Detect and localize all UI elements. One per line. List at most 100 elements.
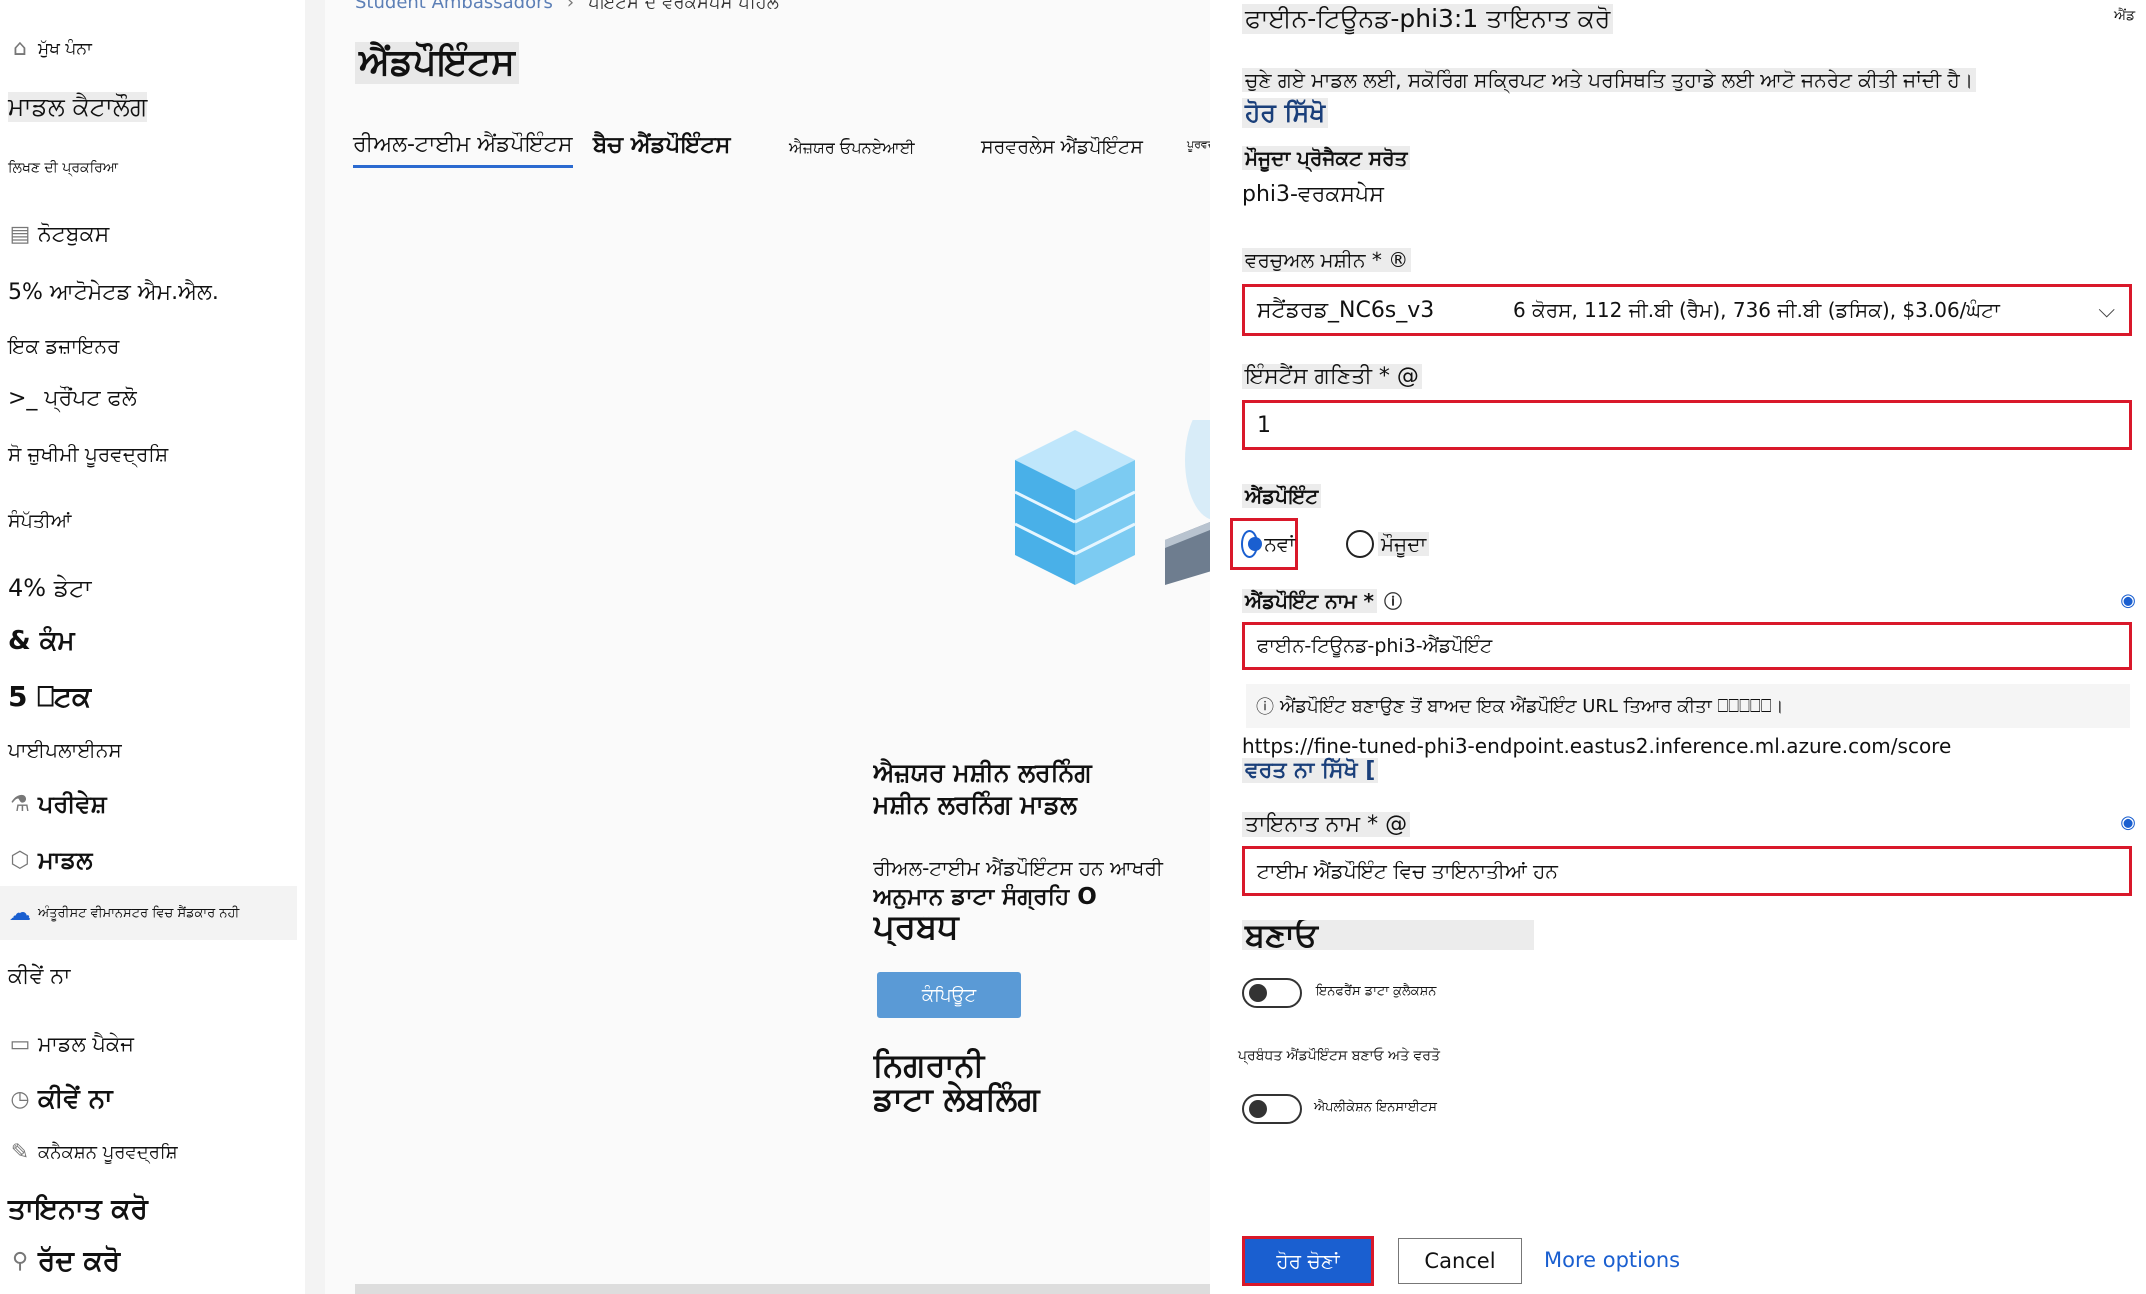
- learn-more-link[interactable]: ਹੋਰ ਸਿੱਖੋ: [1242, 98, 1329, 128]
- sidebar-item-connections[interactable]: ✎ ਕਨੈਕਸ਼ਨ ਪੂਰਵਦ੍ਰਸ਼ਿ: [8, 1140, 178, 1165]
- sidebar-item-preview[interactable]: ਸੋ ਜ਼ੁਖੀਮੀ ਪੂਰਵਦ੍ਰਸ਼ਿ: [8, 442, 168, 466]
- radio-existing[interactable]: ਮੌਜੂਦਾ: [1346, 530, 1430, 558]
- sidebar-item-home[interactable]: ⌂ ਮੁੱਖ ਪੰਨਾ: [8, 36, 92, 61]
- sidebar-item-cancel[interactable]: ⚲ ਰੱਦ ਕਰੋ: [8, 1244, 120, 1278]
- info-icon: ⓘ: [1256, 697, 1274, 718]
- sidebar-item-designer[interactable]: ਇਕ ਡਜ਼ਾਇਨਰ: [8, 334, 119, 358]
- sidebar-item-label: ਅੰਤੂਰੀਸਟ ਵੀਮਾਨਸਟਰ ਵਿਚ ਸੈਂਡਕਾਰ ਨਹੀ: [38, 905, 240, 921]
- sidebar-item-label: >_ ਪ੍ਰੌਂਪਟ ਫਲੋ: [8, 386, 137, 411]
- sidebar-item-components[interactable]: 5 ⎕ਟਕ: [8, 680, 91, 714]
- flask-icon: ⚗: [10, 791, 30, 817]
- sidebar-item-howto-2[interactable]: ◷ ਕੀਵੇਂ ਨਾ: [8, 1084, 113, 1115]
- sidebar-item-automl[interactable]: 5% ਆਟੋਮੇਟਡ ਐਮ.ਐਲ.: [8, 280, 219, 305]
- endpoint-name-label: ਐਂਡਪੌਇੰਟ ਨਾਮ *: [1242, 589, 1378, 613]
- endpoint-section-label: ਐਂਡਪੌਇੰਟ: [1242, 484, 1322, 508]
- vm-select[interactable]: ਸਟੈਂਡਰਡ_NC6s_v3 6 ਕੋਰਸ, 112 ਜੀ.ਬੀ (ਰੈਮ),…: [1242, 284, 2132, 336]
- project-label: ਮੌਜੂਦਾ ਪ੍ਰੋਜੈਕਟ ਸਰੋਤ: [1242, 146, 1411, 170]
- breadcrumb-item[interactable]: ਪੌਂਇੰਟਸ ਦੇ ਵਰਕਸਪੇਸ ਪਹਿਲੇ: [588, 0, 779, 13]
- endpoint-name-input[interactable]: ਫਾਈਨ-ਟਿਊਨਡ-phi3-ਐਂਡਪੌਇੰਟ: [1242, 622, 2132, 670]
- chevron-right-icon: ›: [566, 0, 575, 13]
- sidebar-item-label: 5 ⎕ਟਕ: [8, 680, 92, 713]
- sidebar-item-jobs[interactable]: & ਕੰਮ: [8, 626, 75, 657]
- sidebar-item-environments[interactable]: ⚗ ਪਰੀਵੇਸ਼: [8, 790, 107, 818]
- radio-existing-label: ਮੌਜੂਦਾ: [1378, 532, 1430, 556]
- deployment-name-input[interactable]: ਟਾਈਮ ਐਂਡਪੌਇੰਟ ਵਿਚ ਤਾਇਨਾਤੀਆਂ ਹਨ: [1242, 846, 2132, 896]
- deployment-name-value: ਟਾਈਮ ਐਂਡਪੌਇੰਟ ਵਿਚ ਤਾਇਨਾਤੀਆਂ ਹਨ: [1257, 859, 1558, 883]
- radio-new-indicator: [1241, 530, 1263, 558]
- main-content: Student Ambassadors › ਪੌਂਇੰਟਸ ਦੇ ਵਰਕਸਪੇਸ ਪ…: [325, 0, 1233, 1294]
- sidebar-item-model-packages[interactable]: ▭ ਮਾਡਲ ਪੈਕੇਜ: [8, 1032, 134, 1057]
- hero-heading-1: ਐਜ਼ਯਰ ਮਸ਼ੀਨ ਲਰਨਿੰਗ: [873, 758, 1092, 787]
- more-choices-button[interactable]: ਹੋਰ ਚੋਣਾਂ: [1242, 1236, 1374, 1286]
- tab-batch-endpoints[interactable]: ਬੈਚ ਐਂਡਪੌਇੰਟਸ: [593, 132, 730, 158]
- sidebar-scrollbar[interactable]: [305, 0, 325, 1294]
- instance-count-input[interactable]: 1: [1242, 400, 2132, 450]
- sidebar-item-label: ਕੀਵੇਂ ਨਾ: [38, 1084, 113, 1114]
- sidebar-item-label: ਕੀਵੇਂ ਨਾ: [8, 964, 71, 989]
- edit-icon: ✎: [10, 1140, 30, 1165]
- sidebar-item-label: ਰੱਦ ਕਰੋ: [38, 1244, 121, 1277]
- sidebar-item-notebooks[interactable]: ▤ ਨੋਟਬੁਕਸ: [8, 222, 110, 247]
- endpoint-name-value: ਫਾਈਨ-ਟਿਊਨਡ-phi3-ਐਂਡਪੌਇੰਟ: [1257, 635, 1493, 657]
- cancel-button[interactable]: Cancel: [1398, 1238, 1522, 1284]
- sidebar-item-deploy[interactable]: ਤਾਇਨਾਤ ਕਰੋ: [8, 1192, 148, 1226]
- endpoints-illustration: [1014, 420, 1215, 585]
- sidebar-section-assets: ਸੰਪੱਤੀਆਂ: [8, 510, 72, 532]
- sidebar: ⌂ ਮੁੱਖ ਪੰਨਾ ਮਾਡਲ ਕੈਟਾਲੌਗ ਲਿਖਣ ਦੀ ਪ੍ਰਕਰਿਆ…: [0, 0, 305, 1294]
- panel-description: ਚੁਣੇ ਗਏ ਮਾਡਲ ਲਈ, ਸਕੋਰਿੰਗ ਸਕ੍ਰਿਪਟ ਅਤੇ ਪਰਸ…: [1242, 68, 1977, 92]
- panel-title: ਫਾਈਨ-ਟਿਊਨਡ-phi3:1 ਤਾਇਨਾਤ ਕਰੋ: [1242, 4, 1614, 34]
- tab-realtime-endpoints[interactable]: ਰੀਅਲ-ਟਾਈਮ ਐਂਡਪੌਇੰਟਸ: [353, 132, 573, 168]
- inference-data-toggle-label: ਇਨਫਰੈਂਸ ਡਾਟਾ ਕੁਲੈਕਸ਼ਨ: [1316, 984, 1437, 999]
- compute-button[interactable]: ਕੰਪਿਊਟ: [877, 972, 1021, 1018]
- sidebar-item-label: ਪਰੀਵੇਸ਼: [38, 790, 107, 818]
- app-insights-toggle-label: ਐਪਲੀਕੇਸ਼ਨ ਇਨਸਾਈਟਸ: [1314, 1100, 1437, 1115]
- link-icon: ⚲: [11, 1248, 29, 1274]
- sidebar-item-label: 4% ਡੇਟਾ: [8, 574, 92, 602]
- sidebar-item-label: ਮਾਡਲ: [38, 846, 93, 874]
- sidebar-item-prompt-flow[interactable]: >_ ਪ੍ਰੌਂਪਟ ਫਲੋ: [8, 386, 137, 411]
- create-heading: ਬਣਾਓ: [1242, 920, 1534, 950]
- breadcrumb: Student Ambassadors › ਪੌਂਇੰਟਸ ਦੇ ਵਰਕਸਪੇਸ ਪ…: [355, 0, 779, 13]
- sidebar-item-howto-1[interactable]: ਕੀਵੇਂ ਨਾ: [8, 964, 70, 989]
- horizontal-scrollbar[interactable]: [355, 1284, 1210, 1294]
- radio-new-label: ਨਵਾਂ: [1264, 532, 1295, 556]
- endpoint-url-info-text: ਐਂਡਪੌਇੰਟ ਬਣਾਉਣ ਤੋਂ ਬਾਅਦ ਇਕ ਐਂਡਪੌਇੰਟ URL …: [1280, 695, 1784, 717]
- instance-count-label: ਇੰਸਟੈਂਸ ਗਣਿਤੀ * @: [1242, 364, 1422, 389]
- info-icon: ⓘ: [1383, 592, 1402, 613]
- vm-spec: 6 ਕੋਰਸ, 112 ਜੀ.ਬੀ (ਰੈਮ), 736 ਜੀ.ਬੀ (ਡਸਿਕ…: [1513, 298, 2000, 322]
- sidebar-item-label: ਸੰਪੱਤੀਆਂ: [8, 510, 72, 532]
- more-options-link[interactable]: More options: [1544, 1248, 1680, 1272]
- sidebar-item-endpoints[interactable]: ☁ ਅੰਤੂਰੀਸਟ ਵੀਮਾਨਸਟਰ ਵਿਚ ਸੈਂਡਕਾਰ ਨਹੀ: [0, 886, 297, 940]
- sidebar-item-label: & ਕੰਮ: [8, 626, 75, 656]
- tab-bar: ਰੀਅਲ-ਟਾਈਮ ਐਂਡਪੌਇੰਟਸ ਬੈਚ ਐਂਡਪੌਇੰਟਸ ਐਜ਼ਯਰ …: [353, 132, 1233, 182]
- instance-count-value: 1: [1257, 412, 1271, 438]
- sidebar-item-writing[interactable]: ਲਿਖਣ ਦੀ ਪ੍ਰਕਰਿਆ: [8, 160, 118, 176]
- sidebar-item-label: ਸੋ ਜ਼ੁਖੀਮੀ ਪੂਰਵਦ੍ਰਸ਼ਿ: [8, 442, 169, 466]
- tab-azure-openai[interactable]: ਐਜ਼ਯਰ ਓਪਨਏਆਈ: [789, 138, 915, 158]
- tab-serverless-endpoints[interactable]: ਸਰਵਰਲੇਸ ਐਂਡਪੌਇੰਟਸ: [981, 136, 1143, 158]
- sidebar-item-data[interactable]: 4% ਡੇਟਾ: [8, 574, 92, 602]
- breadcrumb-item[interactable]: Student Ambassadors: [355, 0, 553, 13]
- endpoint-url: https://fine-tuned-phi3-endpoint.eastus2…: [1242, 734, 1952, 758]
- hero-text-1: ਰੀਅਲ-ਟਾਈਮ ਐਂਡਪੌਇੰਟਸ ਹਨ ਆਖਰੀ: [873, 856, 1163, 880]
- page-title: ਐਂਡਪੌਇੰਟਸ: [355, 42, 519, 84]
- radio-existing-indicator: [1346, 530, 1374, 558]
- sidebar-item-models[interactable]: ⬡ ਮਾਡਲ: [8, 846, 92, 874]
- project-value: phi3-ਵਰਕਸਪੇਸ: [1242, 182, 1384, 207]
- sidebar-item-model-catalog[interactable]: ਮਾਡਲ ਕੈਟਾਲੌਗ: [8, 92, 148, 122]
- app-insights-toggle[interactable]: [1242, 1094, 1302, 1124]
- sidebar-item-label: ਕਨੈਕਸ਼ਨ ਪੂਰਵਦ੍ਰਸ਼ਿ: [38, 1142, 178, 1163]
- vm-label: ਵਰਚੁਅਲ ਮਸ਼ੀਨ * ®: [1242, 248, 1412, 272]
- sidebar-item-pipelines[interactable]: ਪਾਈਪਲਾਈਨਸ: [8, 738, 122, 762]
- endpoint-icon: ☁: [9, 900, 31, 926]
- close-button[interactable]: ਐਂਡ: [2114, 8, 2135, 24]
- use-learn-link[interactable]: ਵਰਤ ਨਾ ਸਿੱਖੋ [: [1242, 758, 1379, 783]
- managed-endpoints-label: ਪ੍ਰਬੰਧਤ ਐਂਡਪੌਇੰਟਸ ਬਣਾਓ ਅਤੇ ਵਰਤੋ: [1238, 1048, 1440, 1064]
- eye-icon[interactable]: ◉: [2120, 590, 2136, 611]
- cube-icon: ⬡: [10, 847, 30, 873]
- radio-new[interactable]: ਨਵਾਂ: [1230, 518, 1298, 570]
- eye-icon[interactable]: ◉: [2120, 812, 2136, 833]
- app-root: ⌂ ਮੁੱਖ ਪੰਨਾ ਮਾਡਲ ਕੈਟਾਲੌਗ ਲਿਖਣ ਦੀ ਪ੍ਰਕਰਿਆ…: [0, 0, 2146, 1294]
- inference-data-toggle[interactable]: [1242, 978, 1302, 1008]
- vm-name: ਸਟੈਂਡਰਡ_NC6s_v3: [1257, 297, 1435, 323]
